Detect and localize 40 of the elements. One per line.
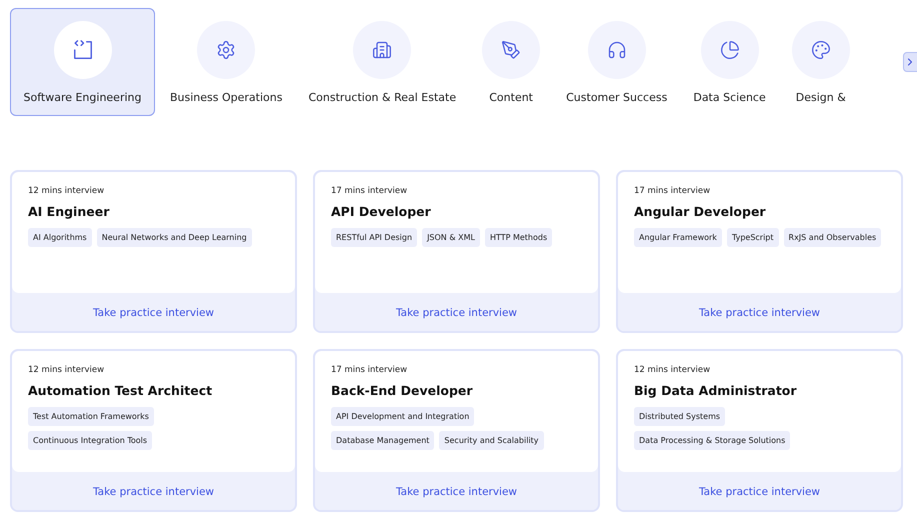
category-tab[interactable]: Construction & Real Estate bbox=[297, 8, 468, 116]
duration-text: 12 mins interview bbox=[634, 365, 710, 375]
skill-tag: Angular Framework bbox=[634, 228, 722, 247]
category-tab[interactable]: Software Engineering bbox=[10, 8, 155, 116]
category-tab[interactable]: Business Operations bbox=[159, 8, 294, 116]
skill-tag: HTTP Methods bbox=[484, 228, 552, 247]
skill-tag: Distributed Systems bbox=[634, 407, 726, 426]
palette-icon bbox=[810, 40, 831, 60]
duration-text: 17 mins interview bbox=[634, 186, 710, 196]
category-tab[interactable]: Design & bbox=[780, 8, 861, 116]
buildings-icon bbox=[372, 40, 392, 60]
job-title: Back-End Developer bbox=[331, 383, 473, 398]
job-title: Big Data Administrator bbox=[634, 383, 797, 398]
skill-tag: Database Management bbox=[331, 431, 434, 450]
pen-nib-icon bbox=[501, 40, 522, 60]
category-tab[interactable]: Customer Success bbox=[555, 8, 678, 116]
duration-text: 12 mins interview bbox=[28, 186, 104, 196]
skill-tag: API Development and Integration bbox=[331, 407, 474, 426]
duration-text: 17 mins interview bbox=[331, 365, 408, 375]
job-title: Angular Developer bbox=[634, 204, 766, 219]
skill-tag: RxJS and Observables bbox=[784, 228, 882, 247]
duration-text: 17 mins interview bbox=[331, 186, 408, 196]
category-tab[interactable]: Data Science bbox=[682, 8, 777, 116]
skill-tag: Data Processing & Storage Solutions bbox=[634, 431, 790, 450]
settings-icon bbox=[216, 40, 236, 60]
skill-tag: Test Automation Frameworks bbox=[28, 407, 154, 426]
pie-chart-icon bbox=[720, 40, 740, 60]
job-title: AI Engineer bbox=[28, 204, 110, 219]
duration-text: 12 mins interview bbox=[28, 365, 104, 375]
skill-tag: TypeScript bbox=[726, 228, 779, 247]
category-tab[interactable]: Content bbox=[471, 8, 552, 116]
skill-tag: AI Algorithms bbox=[28, 228, 92, 247]
job-title: API Developer bbox=[331, 204, 431, 219]
skill-tag: Continuous Integration Tools bbox=[28, 431, 152, 450]
skill-tag: Security and Scalability bbox=[439, 431, 544, 450]
headset-icon bbox=[606, 40, 627, 60]
skill-tag: Neural Networks and Deep Learning bbox=[96, 228, 252, 247]
job-title: Automation Test Architect bbox=[28, 383, 212, 398]
skill-tag: JSON & XML bbox=[422, 228, 480, 247]
skill-tag: RESTful API Design bbox=[331, 228, 418, 247]
